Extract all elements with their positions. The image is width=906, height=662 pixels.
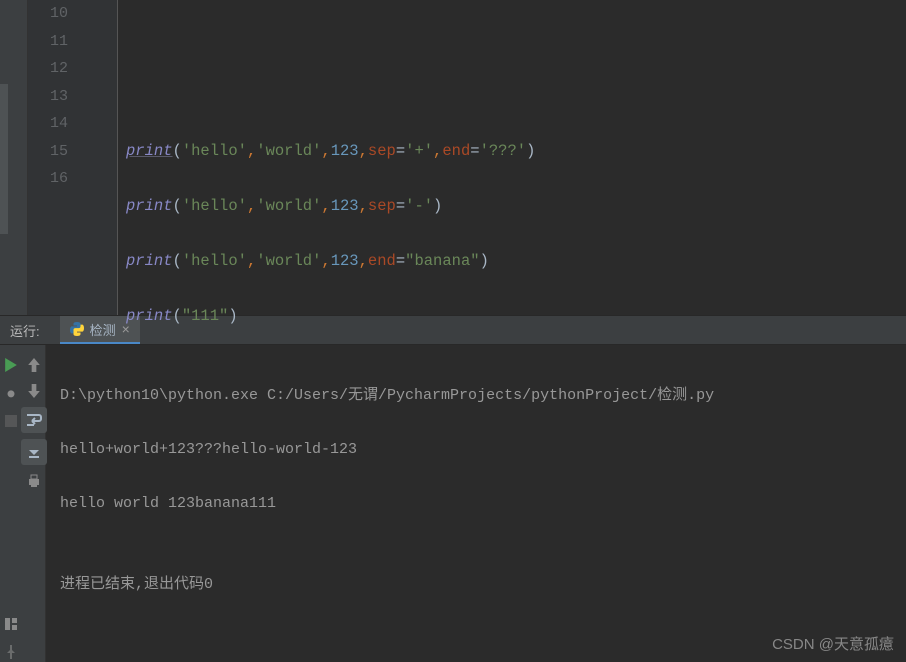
code-line[interactable]: print('hello','world',123,sep='-') (126, 193, 906, 221)
code-line[interactable]: print('hello','world',123,sep='+',end='?… (126, 138, 906, 166)
pin-button[interactable] (1, 642, 21, 662)
stop-button[interactable] (1, 411, 21, 431)
run-tab-label: 检测 (90, 320, 116, 339)
line-number: 16 (28, 165, 68, 193)
line-number: 12 (28, 55, 68, 83)
gutter-extra (78, 0, 118, 315)
scroll-down-button[interactable] (24, 381, 44, 401)
console-output[interactable]: D:\python10\python.exe C:/Users/无谓/Pycha… (46, 345, 906, 662)
run-button[interactable] (1, 355, 21, 375)
run-tool-column-nav (22, 345, 46, 662)
line-number: 11 (28, 28, 68, 56)
code-area[interactable]: print('hello','world',123,sep='+',end='?… (118, 0, 906, 315)
editor-pane: 10 11 12 13 14 15 16 print('hello','worl… (0, 0, 906, 315)
code-line[interactable]: print('hello','world',123,end="banana") (126, 248, 906, 276)
code-line[interactable] (126, 28, 906, 56)
soft-wrap-button[interactable] (21, 407, 47, 433)
watermark: CSDN @天意孤癔 (772, 633, 894, 654)
scroll-indicator[interactable] (0, 84, 8, 234)
line-number-gutter: 10 11 12 13 14 15 16 (28, 0, 78, 315)
print-button[interactable] (24, 471, 44, 491)
left-tool-strip (0, 0, 28, 315)
console-line: D:\python10\python.exe C:/Users/无谓/Pycha… (60, 382, 892, 409)
line-number: 15 (28, 138, 68, 166)
scroll-up-button[interactable] (24, 355, 44, 375)
console-line: hello+world+123???hello-world-123 (60, 436, 892, 463)
code-line[interactable]: print("111") (126, 303, 906, 331)
layout-button[interactable] (1, 614, 21, 634)
scroll-to-end-button[interactable] (21, 439, 47, 465)
run-label: 运行: (10, 321, 40, 340)
console-line: 进程已结束,退出代码0 (60, 571, 892, 598)
run-toolwindow-body: D:\python10\python.exe C:/Users/无谓/Pycha… (0, 345, 906, 662)
console-line: hello world 123banana111 (60, 490, 892, 517)
line-number: 14 (28, 110, 68, 138)
run-tool-column-left (0, 345, 22, 662)
line-number: 10 (28, 0, 68, 28)
line-number: 13 (28, 83, 68, 111)
debug-button[interactable] (1, 383, 21, 403)
code-line[interactable] (126, 83, 906, 111)
python-icon (70, 322, 84, 336)
